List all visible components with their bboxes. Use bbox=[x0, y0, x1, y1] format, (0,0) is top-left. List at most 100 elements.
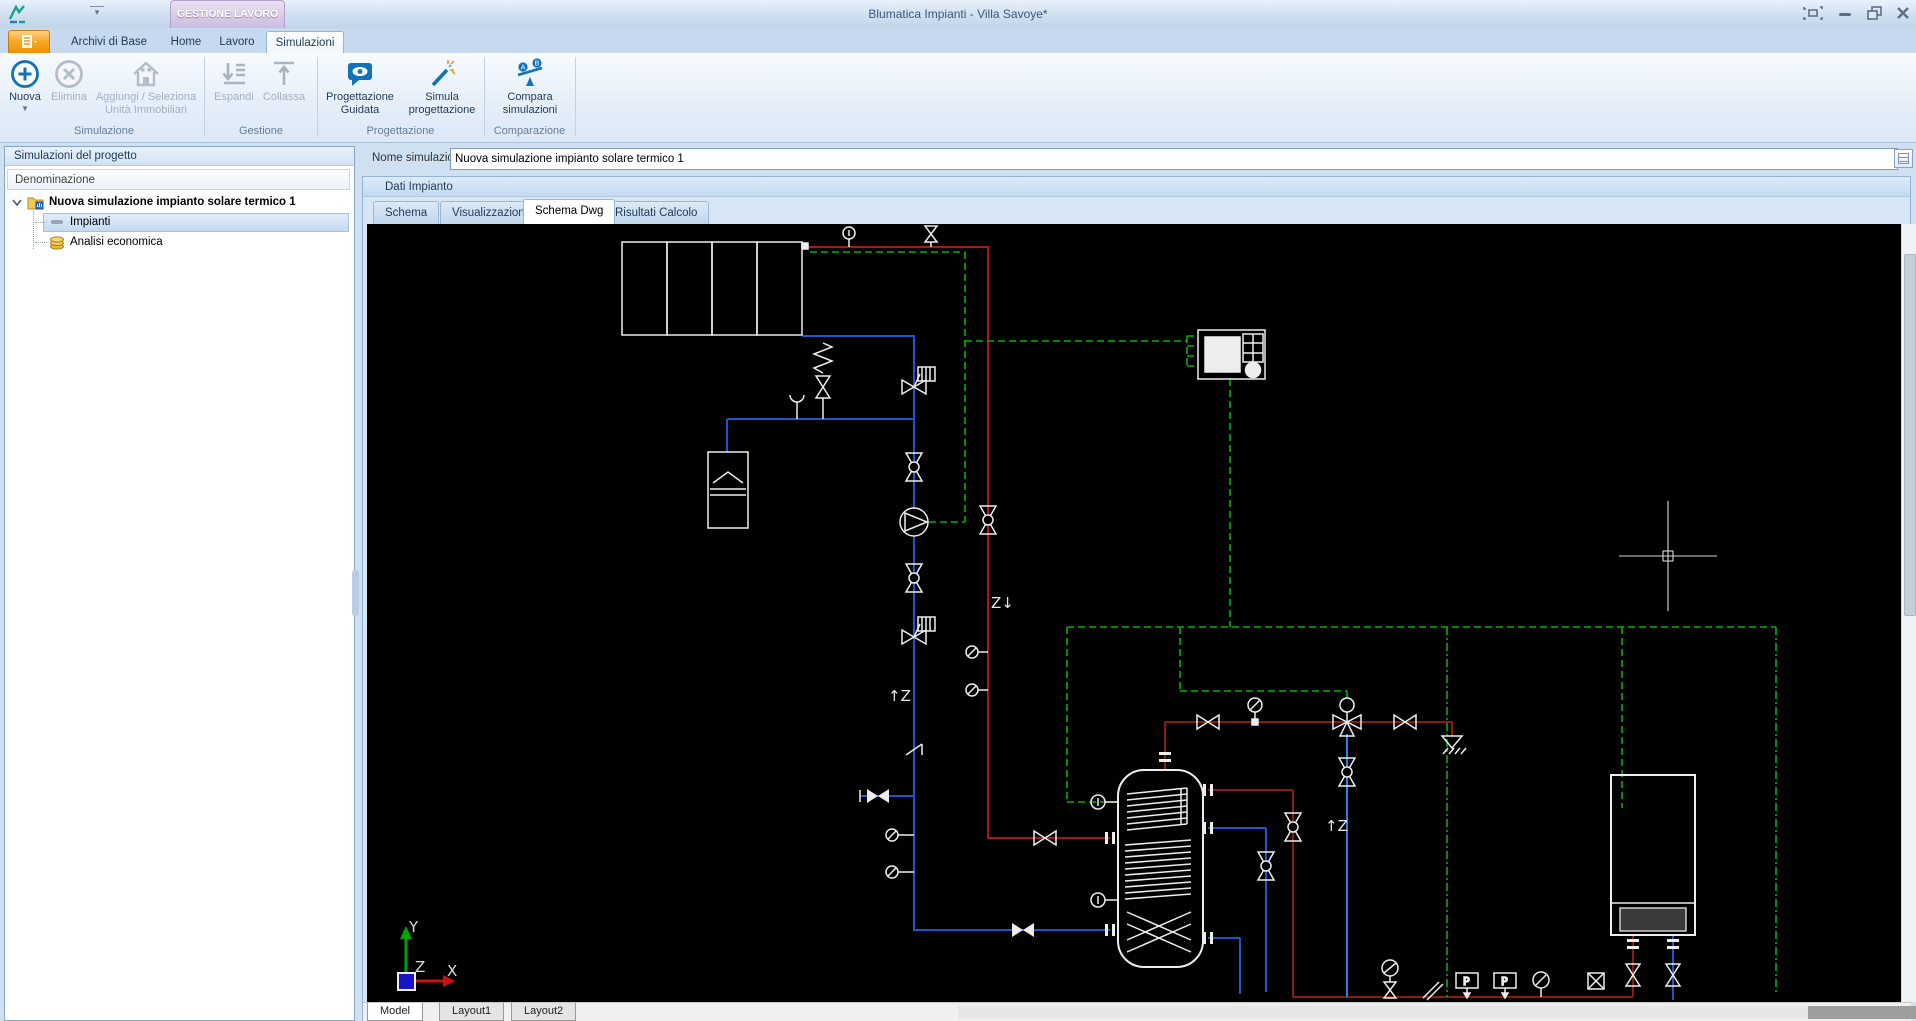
house-icon bbox=[130, 58, 162, 90]
fit-screen-icon bbox=[1802, 4, 1824, 22]
flow-regulator-symbol: Z↓ bbox=[991, 594, 1014, 612]
tree-row-simulation[interactable]: Nuova simulazione impianto solare termic… bbox=[7, 193, 350, 212]
elimina-label: Elimina bbox=[48, 91, 90, 104]
panel-header: Simulazioni del progetto bbox=[5, 147, 354, 166]
tab-risultati-calcolo[interactable]: Risultati Calcolo bbox=[603, 201, 709, 224]
delete-icon bbox=[53, 58, 85, 90]
group-label-progettazione: Progettazione bbox=[318, 125, 483, 139]
solar-controller bbox=[1198, 330, 1265, 379]
tree-connector bbox=[35, 222, 47, 223]
window-title: Blumatica Impianti - Villa Savoye* bbox=[0, 7, 1916, 21]
motor-valve-icon bbox=[902, 367, 935, 394]
close-icon bbox=[1892, 4, 1914, 22]
grid-icon[interactable] bbox=[1894, 149, 1913, 168]
group-separator bbox=[575, 57, 576, 137]
motor-valve-icon bbox=[902, 617, 935, 644]
upper-coil bbox=[1127, 788, 1187, 830]
filter-icon bbox=[1588, 973, 1604, 989]
close-button[interactable] bbox=[1890, 4, 1916, 22]
group-separator bbox=[204, 57, 205, 137]
ucs-x-label: X bbox=[447, 962, 457, 980]
tree-item-label: Nuova simulazione impianto solare termic… bbox=[49, 193, 296, 212]
solar-thermal-schematic: ↑Z Z↓ bbox=[367, 224, 1901, 1002]
tree-row-analisi-economica[interactable]: Analisi economica bbox=[7, 233, 350, 252]
simula-label-line1: Simula bbox=[402, 91, 482, 104]
tank-thermometer-icon bbox=[1091, 795, 1118, 907]
prog-guidata-label-line2: Guidata bbox=[320, 104, 400, 117]
tab-layout2[interactable]: Layout2 bbox=[511, 1003, 576, 1021]
expansion-vessel bbox=[708, 452, 748, 528]
restore-button[interactable] bbox=[1862, 4, 1888, 22]
app-menu-icon bbox=[19, 33, 39, 51]
guided-design-eye-icon bbox=[344, 58, 376, 90]
impianti-icon bbox=[51, 220, 63, 225]
tab-model[interactable]: Model bbox=[367, 1003, 423, 1021]
collassa-label: Collassa bbox=[260, 91, 308, 104]
column-header-denominazione[interactable]: Denominazione bbox=[7, 169, 350, 190]
tab-schema[interactable]: Schema bbox=[373, 201, 439, 224]
panel-splitter[interactable] bbox=[352, 570, 359, 616]
groupbox-header: Dati Impianto bbox=[363, 177, 1910, 197]
controller-knob bbox=[1246, 363, 1261, 378]
chevron-down-icon[interactable] bbox=[11, 198, 23, 208]
horizontal-scrollbar-thumb[interactable] bbox=[1808, 1006, 1916, 1019]
pressure-reducer-icon bbox=[1382, 960, 1398, 998]
tap-outlet-icon bbox=[1442, 736, 1466, 754]
tab-lavoro[interactable]: Lavoro bbox=[212, 31, 262, 53]
tab-layout1[interactable]: Layout1 bbox=[439, 1003, 504, 1021]
solar-collector-array bbox=[622, 242, 808, 335]
tab-simulazioni[interactable]: Simulazioni bbox=[266, 31, 344, 54]
shutoff-valve-icon bbox=[1012, 923, 1034, 937]
application-menu-button[interactable] bbox=[8, 30, 50, 54]
collapse-all-icon bbox=[268, 58, 300, 90]
drain-cock-icon bbox=[886, 829, 914, 878]
controller-display bbox=[1205, 337, 1240, 372]
tab-archivi-di-base[interactable]: Archivi di Base bbox=[58, 31, 160, 53]
vertical-scrollbar-thumb[interactable] bbox=[1904, 254, 1916, 616]
storage-tank bbox=[1091, 770, 1203, 967]
flow-meter-symbol: ↑Z bbox=[888, 687, 911, 705]
pressure-gauge-icon bbox=[1248, 698, 1262, 725]
shutoff-valve-icon bbox=[1626, 964, 1680, 986]
drain-cock-icon bbox=[966, 646, 988, 696]
restore-icon bbox=[1864, 4, 1886, 22]
fit-screen-button[interactable] bbox=[1800, 4, 1826, 22]
horizontal-scrollbar[interactable] bbox=[958, 1006, 1916, 1019]
safety-valve-icon bbox=[790, 343, 832, 419]
compare-balance-icon: A B bbox=[514, 58, 546, 90]
flow-meter-symbol: ↑Z bbox=[1325, 817, 1348, 835]
tree-row-impianti[interactable]: Impianti bbox=[7, 213, 350, 232]
badge-b: B bbox=[535, 60, 540, 68]
bottom-zigzag-coil bbox=[1127, 912, 1191, 952]
pressure-switch-icon: P bbox=[1456, 973, 1478, 998]
tree-item-label: Impianti bbox=[70, 213, 110, 232]
group-label-gestione: Gestione bbox=[206, 125, 316, 139]
ribbon: Nuova ▼ Elimina Aggiungi / Seleziona Uni… bbox=[0, 53, 1916, 143]
nuova-dropdown-arrow[interactable]: ▼ bbox=[2, 104, 48, 113]
new-icon bbox=[9, 58, 41, 90]
pump-icon bbox=[900, 508, 928, 536]
tree-item-label: Analisi economica bbox=[70, 233, 163, 252]
group-label-comparazione: Comparazione bbox=[485, 125, 574, 139]
minimize-button[interactable] bbox=[1832, 4, 1858, 22]
vertical-scrollbar[interactable] bbox=[1901, 224, 1916, 1002]
project-simulations-panel: Simulazioni del progetto Denominazione N… bbox=[4, 146, 355, 1021]
prog-guidata-label-line1: Progettazione bbox=[320, 91, 400, 104]
svg-text:P: P bbox=[1501, 975, 1508, 988]
aggiungi-label-line1: Aggiungi / Seleziona bbox=[90, 91, 202, 104]
three-way-mixing-valve-icon bbox=[1333, 698, 1361, 736]
tab-home[interactable]: Home bbox=[164, 31, 208, 53]
title-bar: ▾ GESTIONE LAVORO Blumatica Impianti - V… bbox=[0, 0, 1916, 29]
ribbon-tab-row: Archivi di Base Home Lavoro Simulazioni bbox=[0, 28, 1916, 53]
air-vent-valve-icon bbox=[925, 226, 937, 247]
simulation-name-input[interactable] bbox=[450, 148, 1898, 170]
tab-schema-dwg[interactable]: Schema Dwg bbox=[523, 199, 615, 224]
svg-text:P: P bbox=[1463, 975, 1470, 988]
magic-wand-icon bbox=[426, 58, 458, 90]
dwg-canvas[interactable]: ↑Z Z↓ bbox=[367, 224, 1901, 1002]
compara-label-line1: Compara bbox=[488, 91, 572, 104]
group-label-simulazione: Simulazione bbox=[8, 125, 200, 139]
shutoff-valve-icon bbox=[867, 789, 889, 803]
badge-a: A bbox=[521, 64, 526, 72]
simulation-folder-icon bbox=[27, 194, 44, 210]
